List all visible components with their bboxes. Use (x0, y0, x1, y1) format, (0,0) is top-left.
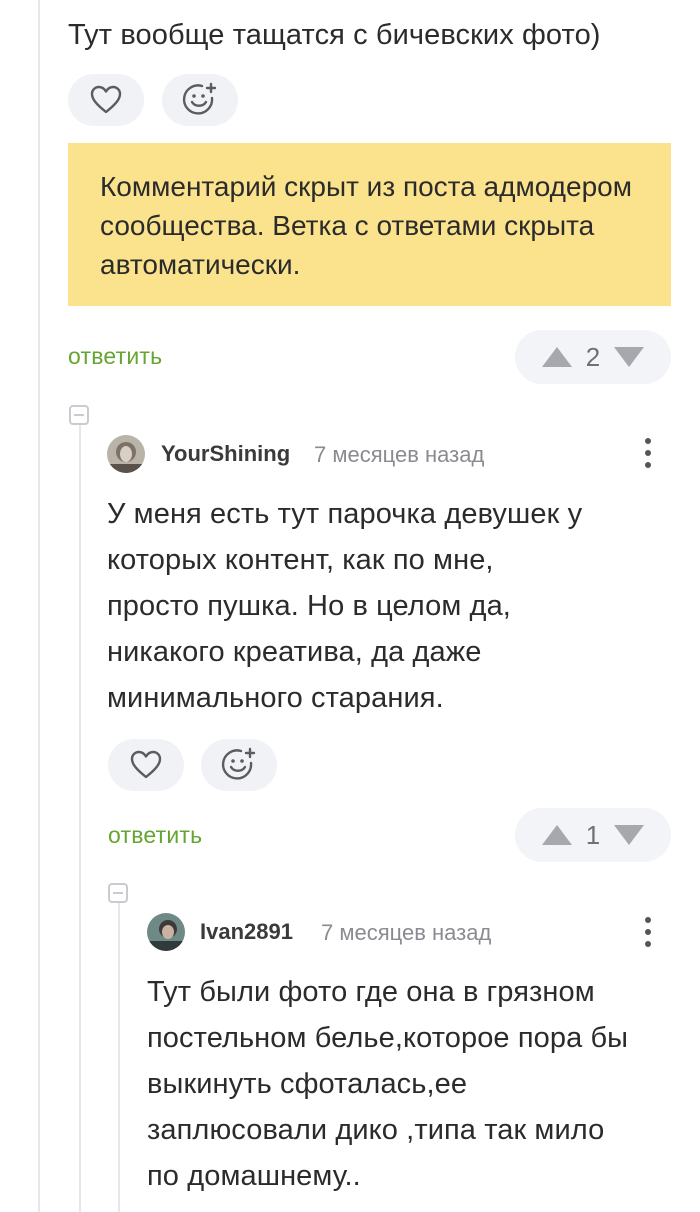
comment-line: Тут были фото где она в грязном (147, 976, 595, 1008)
heart-icon (90, 85, 122, 114)
thread-line-level-1 (79, 424, 81, 1212)
vote-widget: 2 (515, 330, 671, 384)
triangle-down-icon[interactable] (612, 345, 646, 369)
avatar[interactable] (147, 913, 185, 951)
comment-line: по домашнему.. (147, 1160, 361, 1192)
emoji-reaction-button[interactable] (201, 739, 277, 791)
more-vertical-icon[interactable] (644, 438, 652, 474)
smiley-plus-icon (221, 747, 256, 780)
avatar-image (107, 435, 145, 473)
comment-line: которых контент, как по мне, (107, 544, 494, 576)
thread-line-root (38, 0, 40, 1212)
comment-line: минимального старания. (107, 682, 444, 714)
collapse-minus-icon[interactable] (69, 405, 89, 425)
collapse-minus-icon[interactable] (108, 883, 128, 903)
thread-line-level-2 (118, 902, 120, 1212)
avatar-image (147, 913, 185, 951)
comment-line: заплюсовали дико ,типа так мило (147, 1114, 605, 1146)
vote-count: 1 (585, 819, 601, 850)
more-vertical-icon[interactable] (644, 917, 652, 953)
reply-link[interactable]: ответить (108, 822, 202, 849)
timestamp[interactable]: 7 месяцев назад (321, 920, 491, 946)
smiley-plus-icon (182, 82, 217, 115)
comment-body: У меня есть тут парочка девушек у которы… (107, 491, 582, 721)
vote-count: 2 (585, 341, 601, 372)
username[interactable]: Ivan2891 (200, 919, 293, 945)
hidden-notice-text: Комментарий скрыт из поста адмодером соо… (100, 171, 632, 280)
like-button[interactable] (68, 74, 144, 126)
emoji-reaction-button[interactable] (162, 74, 238, 126)
username[interactable]: YourShining (161, 441, 290, 467)
timestamp[interactable]: 7 месяцев назад (314, 442, 484, 468)
comment-text: Тут вообще тащатся с бичевских фото) (68, 19, 601, 51)
comment-body: Тут были фото где она в грязном постельн… (147, 969, 628, 1199)
triangle-down-icon[interactable] (612, 823, 646, 847)
comment-line: У меня есть тут парочка девушек у (107, 498, 583, 530)
like-button[interactable] (108, 739, 184, 791)
comment-line: выкинуть сфоталась,ее (147, 1068, 468, 1100)
vote-widget: 1 (515, 808, 671, 862)
heart-icon (130, 750, 162, 779)
triangle-up-icon[interactable] (540, 345, 574, 369)
triangle-up-icon[interactable] (540, 823, 574, 847)
hidden-comment-notice: Комментарий скрыт из поста адмодером соо… (68, 143, 671, 306)
comment-line: постельном белье,которое пора бы (147, 1022, 629, 1054)
avatar[interactable] (107, 435, 145, 473)
comment-line: просто пушка. Но в целом да, (107, 590, 511, 622)
reply-link[interactable]: ответить (68, 343, 162, 370)
comment-line: никакого креатива, да даже (107, 636, 482, 668)
